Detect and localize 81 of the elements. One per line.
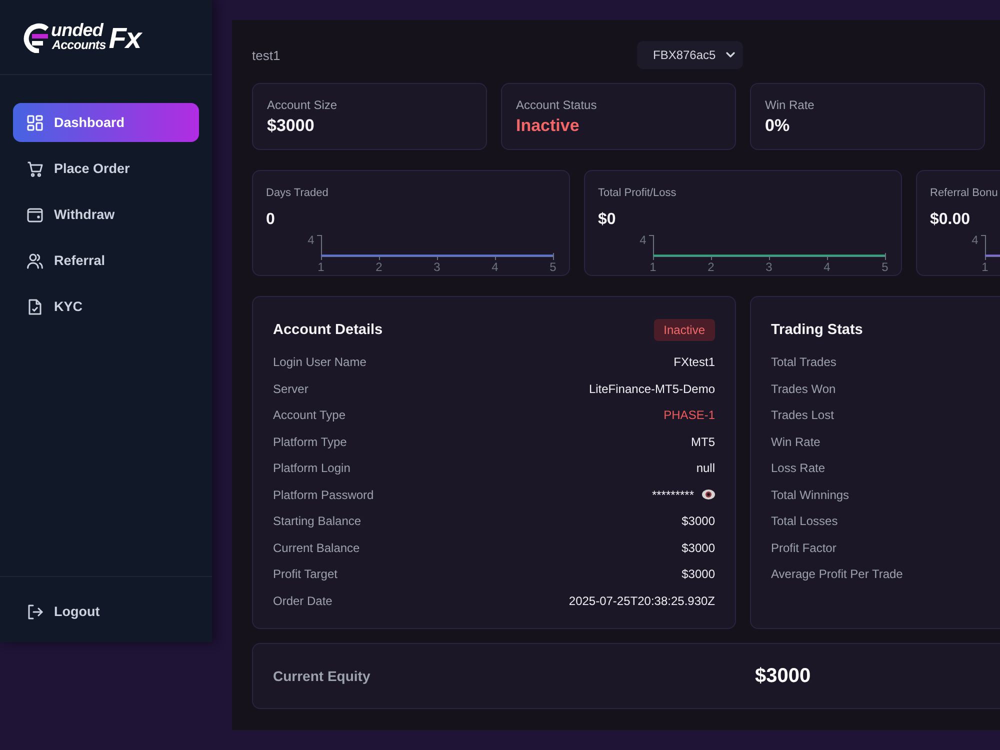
stat-row-label: Win Rate [771, 434, 820, 449]
logout-button[interactable]: Logout [13, 592, 199, 631]
axis-label: 5 [882, 260, 888, 274]
detail-label: Starting Balance [273, 514, 362, 528]
users-icon [27, 252, 43, 268]
stat-row-label: Trades Won [771, 382, 836, 396]
stat-row-label: Total Trades [771, 355, 836, 370]
axis-label: 4 [492, 260, 498, 274]
detail-label: Profit Target [273, 567, 338, 582]
stat-label: Win Rate [765, 97, 814, 113]
axis-label: 3 [434, 260, 440, 274]
stat-value: 0% [765, 115, 790, 137]
wallet-icon [27, 206, 43, 222]
stat-row-label: Total Winnings [771, 488, 850, 502]
nav-item[interactable]: KYC [13, 287, 199, 326]
user-name: test1 [252, 48, 280, 62]
stat-row-label: Average Profit Per Trade [771, 567, 903, 582]
axis-label: 1 [982, 260, 988, 274]
detail-label: Login User Name [273, 355, 366, 370]
axis-label: 4 [972, 233, 978, 247]
equity-value: $3000 [755, 664, 811, 688]
metric-label: Referral Bonu [930, 186, 998, 201]
metric-value: $0.00 [930, 210, 970, 230]
detail-value: $3000 [682, 514, 715, 528]
metric-label: Days Traded [266, 186, 328, 201]
nav-item[interactable]: Dashboard [13, 103, 199, 142]
stat-row-label: Profit Factor [771, 540, 836, 555]
logo-word: unded [51, 22, 103, 38]
axis-label: 2 [708, 260, 714, 274]
card-title: Trading Stats [771, 322, 863, 338]
detail-label: Platform Login [273, 461, 350, 476]
logo-mark-icon [22, 22, 50, 52]
detail-value: LiteFinance-MT5-Demo [588, 382, 715, 396]
equity-label: Current Equity [273, 668, 370, 684]
nav-item[interactable]: Place Order [13, 149, 199, 188]
grid-icon [27, 114, 43, 130]
axis-label: 5 [550, 260, 556, 274]
detail-value: MT5 [691, 434, 715, 449]
metric-value: $0 [598, 210, 616, 230]
logo-word: Accounts [52, 38, 106, 52]
chevron-down-icon [726, 52, 735, 58]
detail-value: $3000 [682, 540, 715, 555]
metric-label: Total Profit/Loss [598, 186, 676, 201]
detail-value: FXtest1 [674, 355, 715, 370]
logo-suffix: Fx [108, 24, 141, 52]
detail-label: Platform Password [273, 488, 374, 502]
nav-item[interactable]: Referral [13, 241, 199, 280]
detail-value: ********* [652, 488, 694, 502]
eye-icon[interactable] [702, 489, 715, 500]
axis-label: 1 [650, 260, 656, 274]
metric-value: 0 [266, 210, 275, 230]
stat-row-label: Loss Rate [771, 461, 826, 476]
detail-value: PHASE-1 [664, 408, 715, 422]
stat-value: Inactive [516, 115, 580, 137]
stat-row-label: Total Losses [771, 514, 838, 528]
detail-label: Current Balance [273, 540, 360, 555]
axis-label: 4 [308, 233, 314, 247]
axis-label: 4 [640, 233, 646, 247]
axis-label: 2 [376, 260, 382, 274]
detail-label: Server [273, 382, 308, 396]
axis-label: 3 [766, 260, 772, 274]
cart-icon [27, 160, 43, 176]
card-title: Account Details [273, 322, 383, 338]
document-check-icon [27, 298, 43, 314]
chart-axis [980, 235, 1000, 260]
detail-label: Account Type [273, 408, 346, 422]
stat-label: Account Size [267, 97, 338, 113]
status-badge: Inactive [654, 318, 715, 340]
account-select[interactable]: FBX876ac5 [637, 41, 743, 69]
detail-value: 2025-07-25T20:38:25.930Z [568, 594, 715, 608]
detail-label: Order Date [273, 594, 332, 608]
axis-label: 1 [318, 260, 324, 274]
stat-label: Account Status [516, 97, 597, 113]
nav-item[interactable]: Withdraw [13, 195, 199, 234]
detail-value: $3000 [682, 567, 715, 582]
axis-label: 4 [824, 260, 830, 274]
detail-label: Platform Type [273, 434, 347, 449]
stat-row-label: Trades Lost [771, 408, 834, 422]
detail-value: null [696, 461, 715, 476]
stat-value: $3000 [267, 115, 314, 137]
logout-icon [27, 604, 43, 620]
